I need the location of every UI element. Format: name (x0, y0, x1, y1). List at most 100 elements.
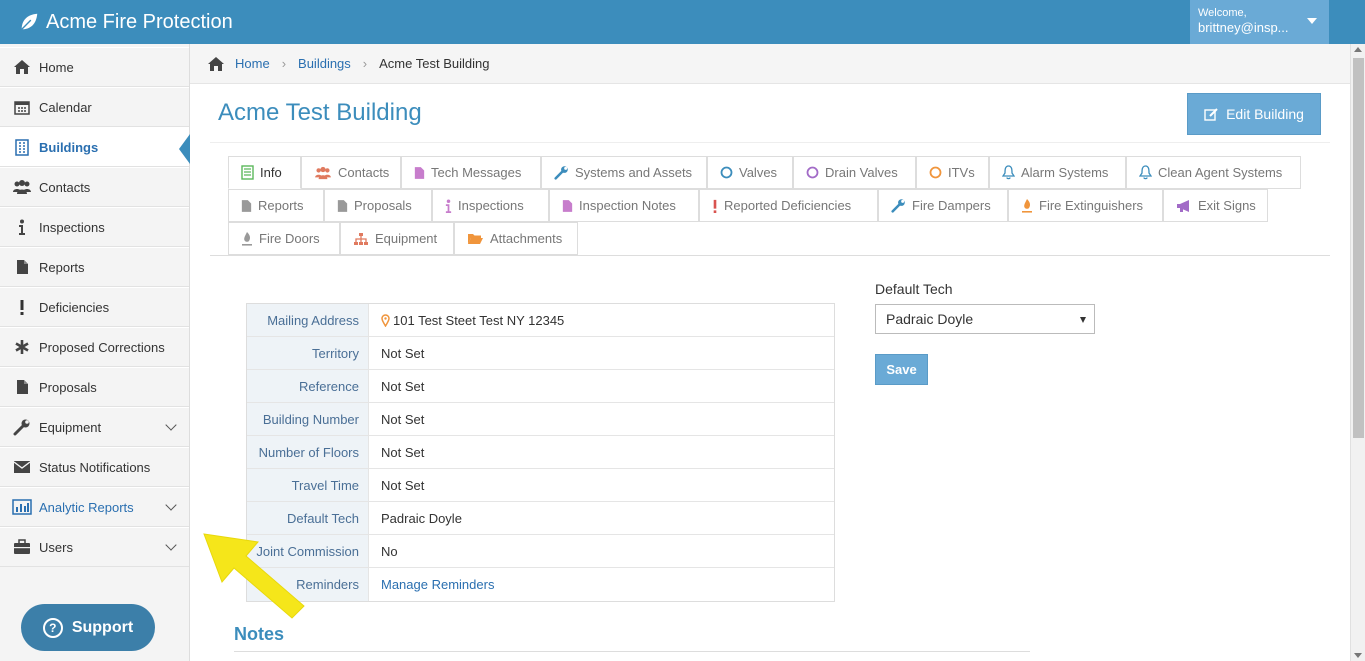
tab-systems-and-assets[interactable]: Systems and Assets (541, 156, 707, 189)
sitemap-icon (353, 232, 369, 246)
breadcrumb-current: Acme Test Building (379, 56, 490, 71)
tab-fire-doors[interactable]: Fire Doors (228, 222, 340, 255)
default-tech-label: Default Tech (875, 281, 953, 297)
sidebar-item-label: Proposed Corrections (39, 339, 165, 355)
edit-icon (1204, 108, 1218, 121)
file-icon (241, 199, 252, 213)
scroll-down-icon[interactable] (1354, 653, 1362, 658)
tab-label: Equipment (375, 231, 438, 246)
table-row: Travel Time Not Set (247, 469, 834, 502)
info-label: Mailing Address (247, 304, 368, 336)
tab-reports[interactable]: Reports (228, 189, 324, 222)
file-icon (12, 378, 32, 396)
scroll-up-icon[interactable] (1354, 47, 1362, 52)
title-divider (210, 142, 1330, 143)
breadcrumb-separator: › (362, 56, 368, 71)
user-menu[interactable]: Welcome, brittney@insp... (1190, 0, 1329, 44)
caret-down-icon (1307, 18, 1317, 24)
breadcrumb-home[interactable]: Home (235, 56, 270, 71)
info-value: Not Set (368, 337, 834, 369)
envelope-icon (12, 458, 32, 476)
default-tech-select[interactable]: Padraic Doyle (875, 304, 1095, 334)
select-arrow-icon (1080, 317, 1086, 323)
map-marker-icon (381, 313, 390, 327)
tab-label: Reported Deficiencies (724, 198, 852, 213)
tab-contacts[interactable]: Contacts (301, 156, 401, 189)
breadcrumb-buildings[interactable]: Buildings (298, 56, 351, 71)
tab-label: Fire Extinguishers (1039, 198, 1144, 213)
sidebar-item-label: Buildings (39, 139, 99, 155)
sidebar-item-inspections[interactable]: Inspections (0, 207, 189, 247)
tab-tech-messages[interactable]: Tech Messages (401, 156, 541, 189)
bullhorn-icon (1176, 199, 1192, 213)
info-label: Territory (247, 337, 368, 369)
tab-valves[interactable]: Valves (707, 156, 793, 189)
tab-drain-valves[interactable]: Drain Valves (793, 156, 916, 189)
page-scrollbar[interactable] (1350, 44, 1365, 661)
sidebar-item-proposals[interactable]: Proposals (0, 367, 189, 407)
brand[interactable]: Acme Fire Protection (18, 0, 233, 44)
circle-icon (720, 166, 733, 179)
tab-alarm-systems[interactable]: Alarm Systems (989, 156, 1126, 189)
sidebar-item-status-notifications[interactable]: Status Notifications (0, 447, 189, 487)
table-row: Building Number Not Set (247, 403, 834, 436)
tab-attachments[interactable]: Attachments (454, 222, 578, 255)
info-icon (12, 218, 32, 236)
sidebar-item-label: Inspections (39, 219, 105, 235)
sidebar-item-buildings[interactable]: Buildings (0, 127, 189, 167)
chevron-down-icon (165, 499, 177, 511)
extinguisher-icon (1021, 198, 1033, 213)
calendar-icon (12, 98, 32, 116)
tab-label: Proposals (354, 198, 412, 213)
save-button[interactable]: Save (875, 354, 928, 385)
tab-itvs[interactable]: ITVs (916, 156, 989, 189)
tab-label: Alarm Systems (1021, 165, 1109, 180)
file-icon (414, 166, 425, 180)
tab-fire-extinguishers[interactable]: Fire Extinguishers (1008, 189, 1163, 222)
tab-proposals[interactable]: Proposals (324, 189, 432, 222)
bell-icon (1002, 165, 1015, 180)
manage-reminders-link[interactable]: Manage Reminders (381, 577, 494, 592)
tab-clean-agent-systems[interactable]: Clean Agent Systems (1126, 156, 1301, 189)
exclamation-icon (712, 199, 718, 213)
sidebar-item-deficiencies[interactable]: Deficiencies (0, 287, 189, 327)
sidebar-item-users[interactable]: Users (0, 527, 189, 567)
breadcrumb-separator: › (281, 56, 287, 71)
tab-label: Valves (739, 165, 778, 180)
sidebar-item-equipment[interactable]: Equipment (0, 407, 189, 447)
wrench-icon (554, 165, 569, 180)
info-label: Number of Floors (247, 436, 368, 468)
sidebar-item-label: Users (39, 539, 73, 555)
tab-info[interactable]: Info (228, 156, 301, 189)
info-value: Not Set (368, 469, 834, 501)
sidebar-item-calendar[interactable]: Calendar (0, 87, 189, 127)
notes-divider (234, 651, 1030, 652)
tab-label: Fire Dampers (912, 198, 991, 213)
scroll-thumb[interactable] (1353, 58, 1364, 438)
tab-exit-signs[interactable]: Exit Signs (1163, 189, 1268, 222)
home-icon (207, 56, 225, 72)
sidebar-item-label: Reports (39, 259, 85, 275)
sidebar-item-label: Contacts (39, 179, 91, 195)
tab-equipment[interactable]: Equipment (340, 222, 454, 255)
table-row: Mailing Address 101 Test Steet Test NY 1… (247, 304, 834, 337)
sidebar-item-reports[interactable]: Reports (0, 247, 189, 287)
tab-inspections[interactable]: Inspections (432, 189, 549, 222)
breadcrumb: Home › Buildings › Acme Test Building (190, 44, 1350, 84)
sidebar-item-home[interactable]: Home (0, 47, 189, 87)
sidebar-item-label: Equipment (39, 419, 102, 435)
app-title: Acme Fire Protection (46, 10, 233, 33)
briefcase-icon (12, 538, 32, 556)
edit-building-button[interactable]: Edit Building (1187, 93, 1321, 135)
tab-inspection-notes[interactable]: Inspection Notes (549, 189, 699, 222)
sidebar-item-proposed-corrections[interactable]: Proposed Corrections (0, 327, 189, 367)
sidebar-item-analytic-reports[interactable]: Analytic Reports (0, 487, 189, 527)
sidebar-item-contacts[interactable]: Contacts (0, 167, 189, 207)
tab-label: Inspection Notes (579, 198, 676, 213)
table-row: Number of Floors Not Set (247, 436, 834, 469)
tab-reported-deficiencies[interactable]: Reported Deficiencies (699, 189, 878, 222)
support-button[interactable]: ? Support (21, 604, 155, 651)
tab-fire-dampers[interactable]: Fire Dampers (878, 189, 1008, 222)
leaf-icon (21, 13, 38, 30)
annotation-arrow-icon (203, 533, 305, 619)
